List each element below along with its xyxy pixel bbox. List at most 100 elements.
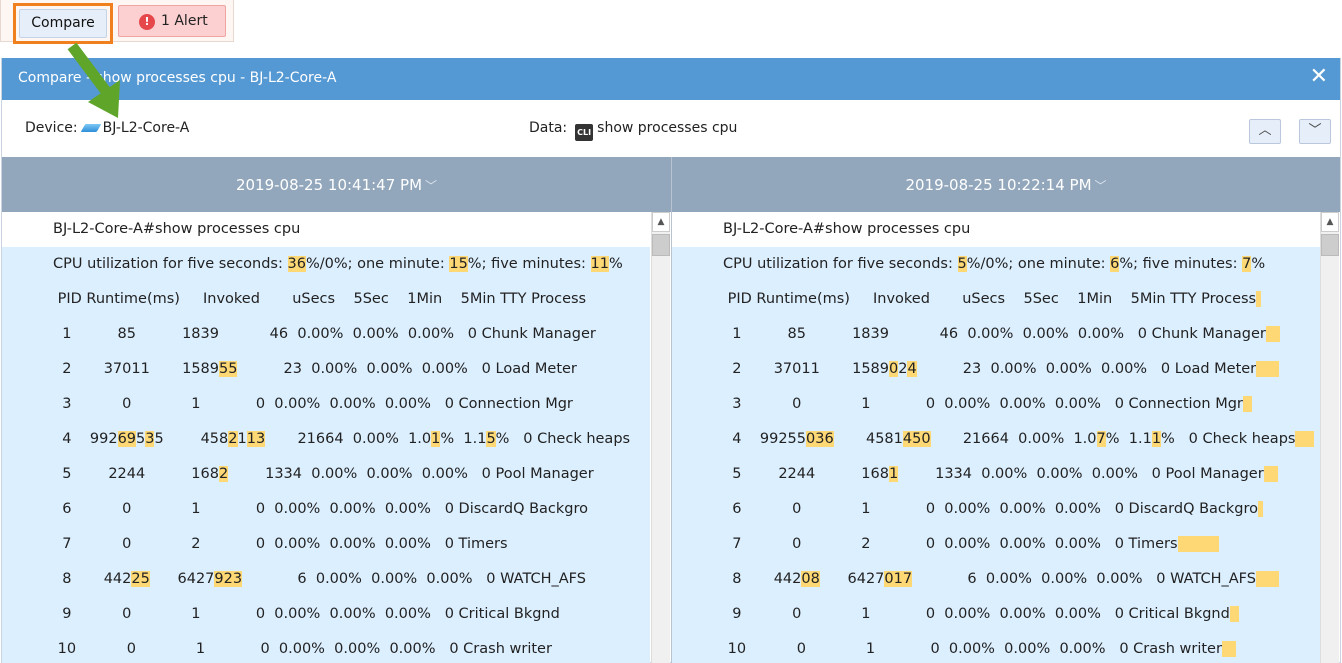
timestamp-selector[interactable]: 2019-08-25 10:41:47 PM ﹀ [2, 157, 671, 212]
data-info: Data: CLI show processes cpu [529, 120, 737, 141]
scroll-up-icon[interactable]: ▲ [652, 212, 670, 232]
line-text: 5 2244 168 [723, 466, 889, 482]
line-text: % 0 Check heaps [495, 431, 631, 447]
previous-diff-button[interactable]: ︿ [1249, 119, 1281, 144]
timestamp: 2019-08-25 10:22:14 PM [905, 176, 1092, 194]
output-line: 4 99269535 4582113 21664 0.00% 1.01% 1.1… [2, 422, 650, 457]
line-text: 7 0 2 0 0.00% 0.00% 0.00% 0 Timers [53, 536, 508, 552]
scrollbar[interactable]: ▲ [651, 212, 670, 663]
line-text: 2 37011 1589 [723, 361, 889, 377]
chevron-down-icon: ﹀ [425, 179, 438, 193]
right-compare-pane: 2019-08-25 10:22:14 PM ﹀ BJ-L2-Core-A#sho… [671, 157, 1340, 663]
output-line: 5 2244 1681 1334 0.00% 0.00% 0.00% 0 Poo… [672, 457, 1320, 492]
diff-highlight: 2 [228, 431, 238, 447]
next-diff-button[interactable]: ﹀ [1299, 119, 1331, 144]
output-line: 6 0 1 0 0.00% 0.00% 0.00% 0 DiscardQ Bac… [672, 492, 1320, 527]
diff-highlight: 7 [1096, 431, 1106, 447]
diff-highlight: 25 [131, 571, 150, 587]
line-text: 5 2244 168 [53, 466, 219, 482]
line-text: 4 992 [53, 431, 118, 447]
diff-highlight [1229, 606, 1240, 622]
line-text: 6 0.00% 0.00% 0.00% 0 WATCH_AFS [912, 571, 1256, 587]
line-text: 4581 [833, 431, 903, 447]
diff-highlight: 036 [806, 431, 834, 447]
diff-highlight: 1 [1151, 431, 1162, 447]
alert-label: 1 Alert [161, 13, 208, 29]
close-icon[interactable]: ✕ [1310, 58, 1328, 96]
diff-highlight: 15 [449, 256, 468, 272]
line-text: 1 85 1839 46 0.00% 0.00% 0.00% 0 Chunk M… [723, 326, 1266, 342]
diff-highlight: 4 [907, 361, 917, 377]
output-line: 3 0 1 0 0.00% 0.00% 0.00% 0 Connection M… [672, 387, 1320, 422]
toolbar: Compare ! 1 Alert [0, 0, 234, 44]
chevron-down-icon: ﹀ [1094, 179, 1107, 193]
diff-highlight: 923 [214, 571, 243, 587]
scroll-up-icon[interactable]: ▲ [1321, 212, 1339, 232]
line-text: 23 0.00% 0.00% 0.00% 0 Load Meter [916, 361, 1257, 377]
output-line: 2 37011 1589024 23 0.00% 0.00% 0.00% 0 L… [672, 352, 1320, 387]
line-text: 21664 0.00% 1.0 [930, 431, 1097, 447]
line-text: % 1.1 [440, 431, 487, 447]
alert-button[interactable]: ! 1 Alert [118, 5, 226, 37]
line-text: % [608, 256, 623, 272]
line-text: CPU utilization for five seconds: [53, 256, 288, 272]
diff-highlight [1255, 571, 1280, 587]
line-text: 6 0 1 0 0.00% 0.00% 0.00% 0 DiscardQ Bac… [53, 501, 589, 517]
output-line: 6 0 1 0 0.00% 0.00% 0.00% 0 DiscardQ Bac… [2, 492, 650, 527]
scrollbar[interactable]: ▲ [1320, 212, 1339, 663]
output-line: 8 44208 6427017 6 0.00% 0.00% 0.00% 0 WA… [672, 562, 1320, 597]
diff-highlight: 7 [1242, 256, 1252, 272]
switch-icon [80, 124, 101, 132]
cli-icon: CLI [575, 124, 594, 141]
line-text: 9 0 1 0 0.00% 0.00% 0.00% 0 Critical Bkg… [723, 606, 1230, 622]
compare-button[interactable]: Compare [19, 9, 107, 38]
chevron-up-icon: ︿ [1258, 123, 1272, 138]
diff-highlight: 5 [486, 431, 496, 447]
output-line: 4 99255036 4581450 21664 0.00% 1.07% 1.1… [672, 422, 1320, 457]
line-text: 10 0 1 0 0.00% 0.00% 0.00% 0 Crash write… [723, 641, 1222, 657]
line-text: 1334 0.00% 0.00% 0.00% 0 Pool Manager [228, 466, 594, 482]
timestamp: 2019-08-25 10:41:47 PM [235, 176, 423, 194]
info-row: Device: BJ-L2-Core-A Data: CLI show process… [2, 100, 1340, 157]
line-text: 6 0 1 0 0.00% 0.00% 0.00% 0 DiscardQ Bac… [723, 501, 1259, 517]
line-text: 6427 [149, 571, 215, 587]
line-text: %/0%; one minute: [966, 256, 1111, 272]
output-line: BJ-L2-Core-A#show processes cpu [2, 212, 650, 247]
output-line: 2 37011 158955 23 0.00% 0.00% 0.00% 0 Lo… [2, 352, 650, 387]
scroll-thumb[interactable] [652, 234, 670, 256]
line-text: 3 0 1 0 0.00% 0.00% 0.00% 0 Connection M… [723, 396, 1243, 412]
data-label: Data: [529, 120, 568, 136]
line-text: 5 [136, 431, 146, 447]
output-line: 1 85 1839 46 0.00% 0.00% 0.00% 0 Chunk M… [672, 317, 1320, 352]
diff-highlight: 1 [889, 466, 899, 482]
output-line: BJ-L2-Core-A#show processes cpu [672, 212, 1320, 247]
diff-highlight: 450 [902, 431, 931, 447]
diff-highlight [1295, 431, 1314, 447]
output-line: 5 2244 1682 1334 0.00% 0.00% 0.00% 0 Poo… [2, 457, 650, 492]
line-text: 21664 0.00% 1.0 [265, 431, 432, 447]
diff-highlight: 08 [801, 571, 820, 587]
device-label: Device: [25, 120, 78, 136]
diff-highlight: 36 [287, 256, 306, 272]
output-lines: BJ-L2-Core-A#show processes cpu CPU utili… [672, 212, 1340, 663]
line-text: PID Runtime(ms) Invoked uSecs 5Sec 1Min … [723, 291, 1257, 307]
output-line: 1 85 1839 46 0.00% 0.00% 0.00% 0 Chunk M… [2, 317, 650, 352]
line-text: 4 99255 [723, 431, 807, 447]
diff-highlight [1265, 326, 1280, 342]
dialog-title: Compare - show processes cpu - BJ-L2-Cor… [18, 70, 337, 86]
output-line: PID Runtime(ms) Invoked uSecs 5Sec 1Min … [672, 282, 1320, 317]
output-line: 9 0 1 0 0.00% 0.00% 0.00% 0 Critical Bkg… [672, 597, 1320, 632]
device-name[interactable]: BJ-L2-Core-A [103, 120, 190, 136]
line-text: 8 442 [53, 571, 132, 587]
exclamation-icon: ! [139, 14, 155, 30]
diff-highlight: 0 [889, 361, 899, 377]
diff-highlight: 13 [246, 431, 266, 447]
timestamp-selector[interactable]: 2019-08-25 10:22:14 PM ﹀ [672, 157, 1340, 212]
left-compare-pane: 2019-08-25 10:41:47 PM ﹀ BJ-L2-Core-A#sho… [2, 157, 671, 663]
line-text: 5 458 [154, 431, 229, 447]
line-text: 23 0.00% 0.00% 0.00% 0 Load Meter [237, 361, 577, 377]
line-text: 8 442 [723, 571, 802, 587]
compare-focus-highlight: Compare [13, 3, 113, 44]
line-text: % 0 Check heaps [1161, 431, 1296, 447]
scroll-thumb[interactable] [1321, 234, 1339, 256]
